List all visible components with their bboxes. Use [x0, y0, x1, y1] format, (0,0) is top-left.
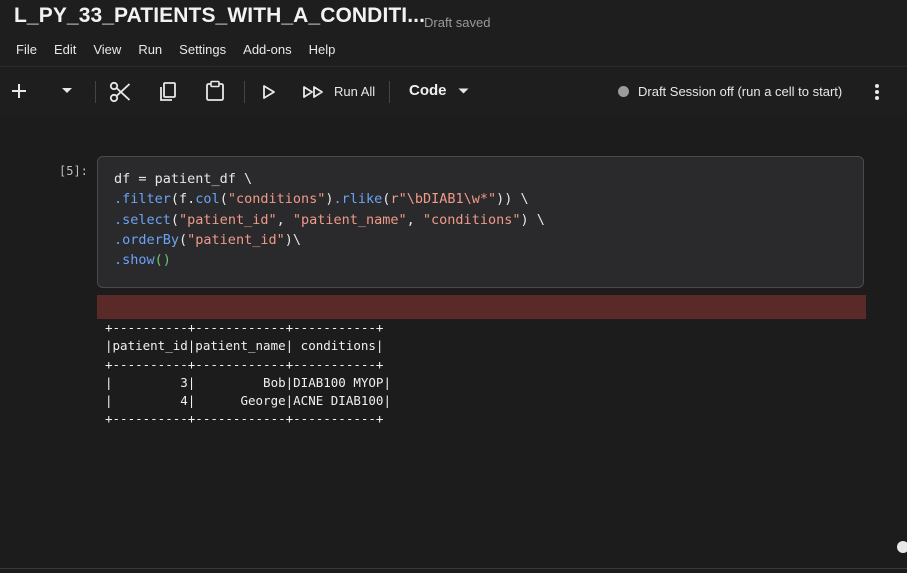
code-line: .filter(f.col("conditions").rlike(r"\bDI…: [114, 191, 529, 208]
output-line: +----------+------------+-----------+: [105, 320, 384, 335]
output-line: +----------+------------+-----------+: [105, 356, 384, 372]
cell-output: +----------+------------+-----------+ |pa…: [105, 319, 391, 429]
menu-edit[interactable]: Edit: [54, 42, 76, 57]
chevron-down-icon[interactable]: [456, 86, 470, 96]
code-line: .show(): [114, 252, 171, 269]
play-icon[interactable]: [260, 83, 278, 101]
output-line: | 3| Bob|DIAB100 MYOP|: [105, 374, 391, 390]
output-line: +----------+------------+-----------+: [105, 411, 384, 427]
notebook-title[interactable]: L_PY_33_PATIENTS_WITH_A_CONDITI...: [14, 4, 425, 28]
run-all-icon[interactable]: [301, 84, 327, 100]
code-line: .select("patient_id", "patient_name", "c…: [114, 211, 545, 228]
cell-type-select[interactable]: Code: [409, 82, 447, 99]
save-status: Draft saved: [424, 15, 491, 30]
footer-divider: [0, 568, 907, 569]
run-all-button[interactable]: Run All: [334, 84, 375, 99]
code-editor[interactable]: df = patient_df \ .filter(f.col("conditio…: [114, 169, 545, 270]
menu-view[interactable]: View: [93, 42, 121, 57]
output-line: |patient_id|patient_name| conditions|: [105, 338, 384, 354]
code-line: df = patient_df \: [114, 171, 253, 187]
copy-icon[interactable]: [157, 80, 179, 104]
chevron-down-icon[interactable]: [58, 84, 76, 98]
code-cell[interactable]: df = patient_df \ .filter(f.col("conditio…: [97, 156, 864, 288]
code-line: .orderBy("patient_id")\: [114, 231, 301, 248]
menu-run[interactable]: Run: [138, 42, 162, 57]
stderr-output-bar: [97, 295, 866, 319]
menu-file[interactable]: File: [16, 42, 37, 57]
paste-icon[interactable]: [204, 79, 226, 103]
header-bar: L_PY_33_PATIENTS_WITH_A_CONDITI... Draft…: [0, 0, 907, 66]
cell-execution-count: [5]:: [59, 164, 88, 178]
output-line: | 4| George|ACNE DIAB100|: [105, 393, 391, 409]
session-status-dot: [618, 86, 629, 97]
menu-help[interactable]: Help: [309, 42, 336, 57]
scissors-icon[interactable]: [108, 80, 132, 104]
menu-bar: File Edit View Run Settings Add-ons Help: [16, 42, 352, 57]
add-icon[interactable]: [8, 80, 30, 102]
status-indicator-icon[interactable]: [897, 541, 907, 553]
session-status[interactable]: Draft Session off (run a cell to start): [638, 84, 842, 99]
menu-add-ons[interactable]: Add-ons: [243, 42, 291, 57]
more-vertical-icon[interactable]: [868, 81, 886, 103]
toolbar: Run All Code Draft Session off (run a ce…: [0, 66, 907, 117]
menu-settings[interactable]: Settings: [179, 42, 226, 57]
